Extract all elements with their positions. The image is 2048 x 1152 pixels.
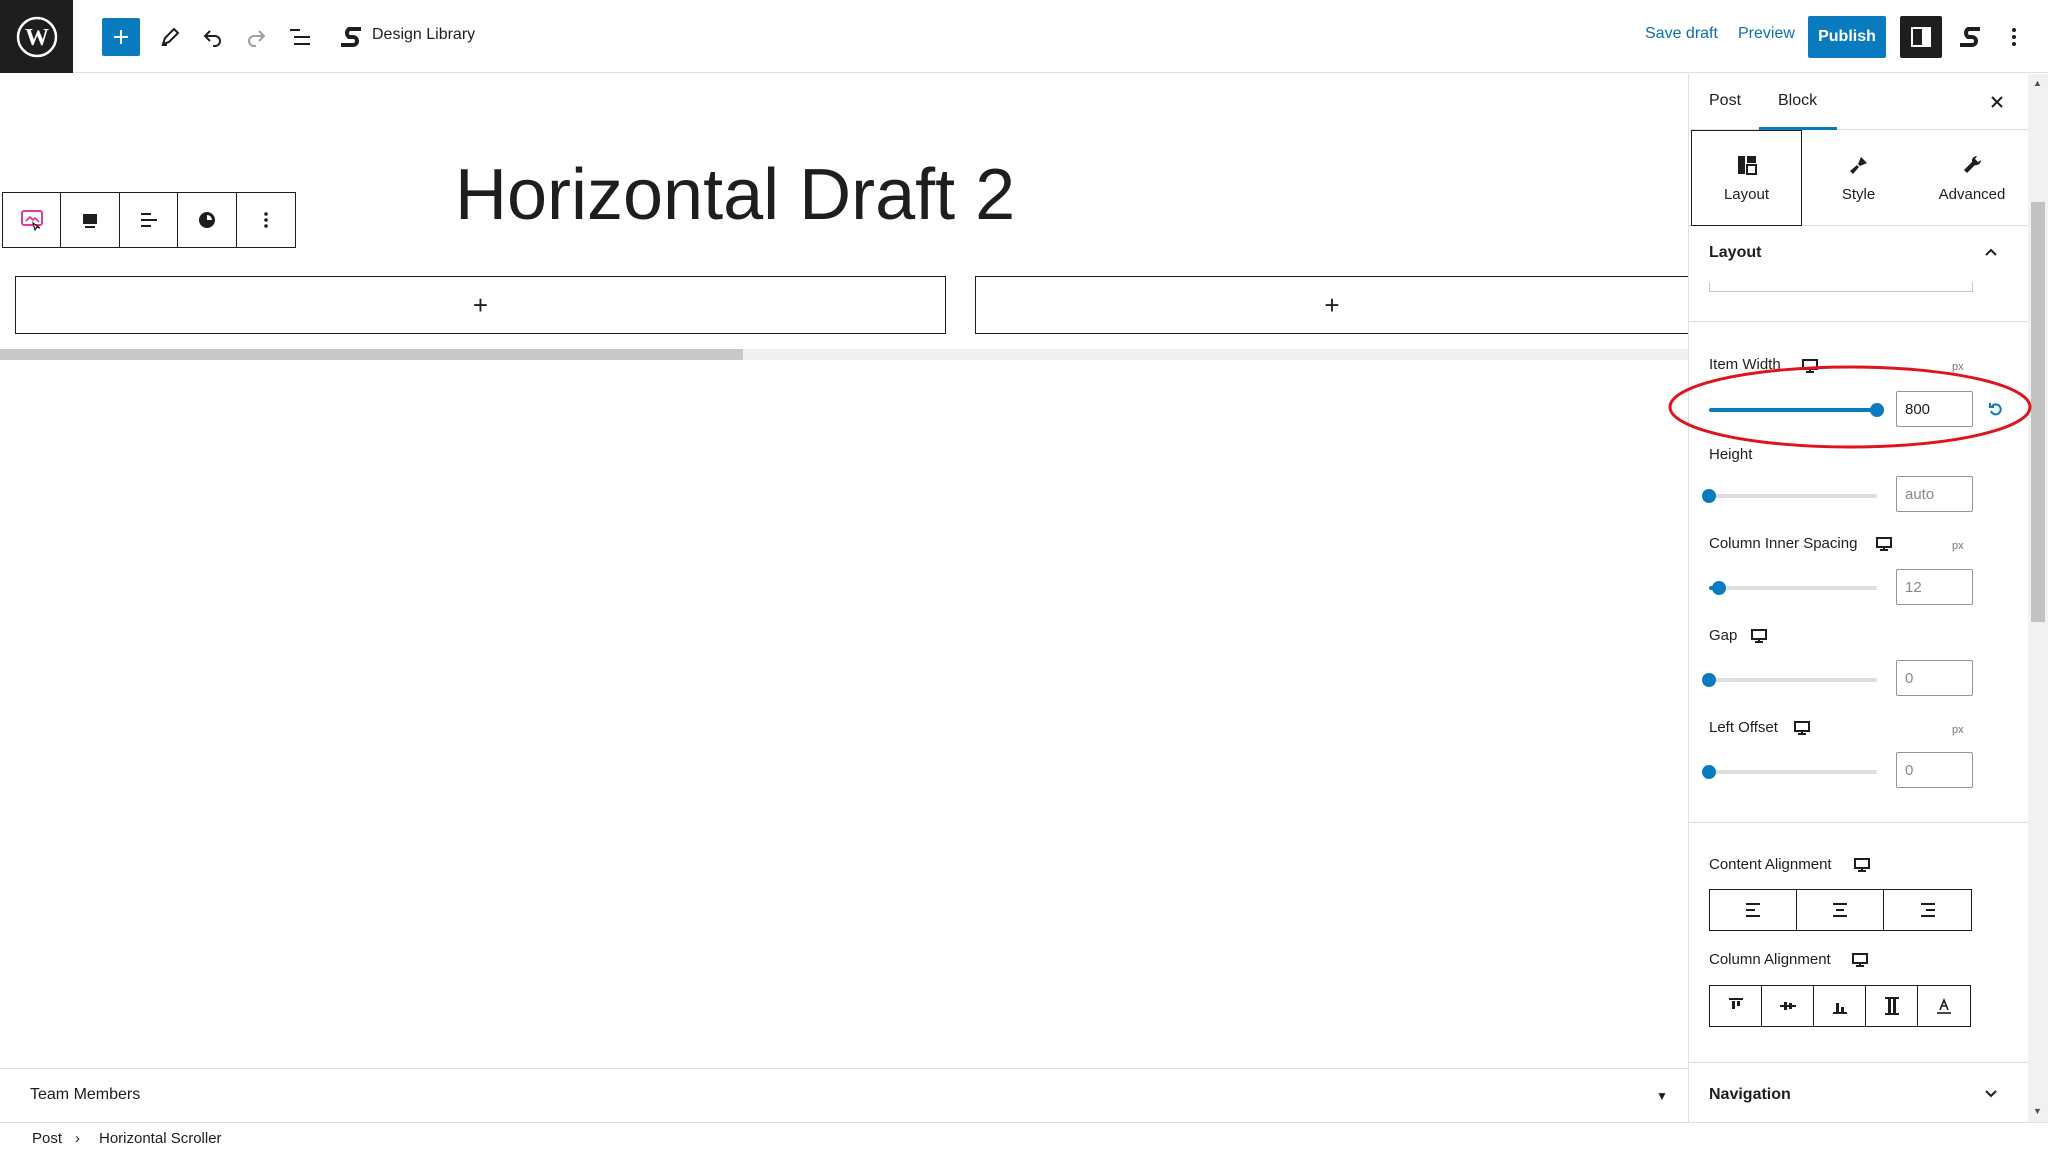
brush-icon xyxy=(1849,156,1867,174)
navigation-panel-title: Navigation xyxy=(1709,1086,1791,1103)
gap-input[interactable] xyxy=(1896,660,1973,696)
caret-down-icon[interactable]: ▼ xyxy=(1656,1089,1668,1103)
chevron-up-icon xyxy=(1985,248,1997,256)
stackable-icon[interactable] xyxy=(1952,17,1988,57)
document-overview-icon[interactable] xyxy=(286,17,316,57)
column-alignment-label: Column Alignment xyxy=(1709,951,1831,968)
stretch-icon[interactable] xyxy=(1866,986,1918,1026)
horizontal-scrollbar-thumb[interactable] xyxy=(0,349,743,360)
tab-advanced-label: Advanced xyxy=(1938,185,2006,203)
align-bottom-icon[interactable] xyxy=(1814,986,1866,1026)
tab-style-label: Style xyxy=(1841,185,1876,203)
left-offset-input[interactable] xyxy=(1896,752,1973,788)
column-alignment-group xyxy=(1709,985,1971,1027)
align-top-icon[interactable] xyxy=(1710,986,1762,1026)
post-title[interactable]: Horizontal Draft 2 xyxy=(455,154,1015,236)
redo-icon[interactable] xyxy=(243,17,269,57)
tab-advanced[interactable]: Advanced xyxy=(1915,130,2028,226)
layout-icon xyxy=(1737,155,1757,175)
save-draft-button[interactable]: Save draft xyxy=(1645,25,1718,43)
annotation-ellipse xyxy=(1668,365,2032,449)
height-slider-track[interactable] xyxy=(1709,494,1877,498)
column-inner-spacing-input[interactable] xyxy=(1896,569,1973,605)
desktop-icon xyxy=(1854,858,1870,872)
desktop-icon xyxy=(1751,629,1767,643)
wrench-icon xyxy=(1964,155,1982,173)
align-right-icon[interactable] xyxy=(1884,890,1971,930)
chevron-down-icon xyxy=(1985,1090,1997,1098)
settings-sidebar-toggle[interactable] xyxy=(1900,16,1942,58)
desktop-icon xyxy=(1876,537,1892,551)
layout-panel-title: Layout xyxy=(1709,244,1762,261)
divider xyxy=(1689,822,2028,823)
desktop-icon xyxy=(1852,953,1868,967)
navigation-panel-header[interactable]: Navigation xyxy=(1689,1068,2028,1122)
edit-pencil-icon[interactable] xyxy=(158,17,182,57)
sidebar-scrollbar[interactable]: ▲ ▼ xyxy=(2028,74,2048,1122)
left-offset-slider-thumb[interactable] xyxy=(1702,765,1716,779)
plus-icon: + xyxy=(1324,289,1340,320)
left-offset-label: Left Offset xyxy=(1709,719,1778,736)
content-alignment-label: Content Alignment xyxy=(1709,856,1832,873)
breadcrumb-item[interactable]: Horizontal Scroller xyxy=(99,1130,222,1147)
undo-icon[interactable] xyxy=(200,17,226,57)
column-appender-button[interactable]: + xyxy=(975,276,1688,334)
scroll-down-arrow-icon[interactable]: ▼ xyxy=(2033,1106,2042,1116)
more-options-icon[interactable] xyxy=(2002,17,2026,57)
editor-top-bar: W Design Library Save draft Preview Publ… xyxy=(0,0,2048,73)
desktop-icon xyxy=(1794,721,1810,735)
align-middle-icon[interactable] xyxy=(1762,986,1814,1026)
tab-layout[interactable]: Layout xyxy=(1691,130,1802,226)
align-left-icon[interactable] xyxy=(1710,890,1797,930)
publish-button[interactable]: Publish xyxy=(1808,16,1886,58)
column-inner-spacing-slider-track[interactable] xyxy=(1709,586,1877,590)
add-block-button[interactable] xyxy=(102,18,140,56)
divider xyxy=(1689,1062,2028,1063)
inspector-sub-tabs: Layout Style Advanced xyxy=(1689,130,2028,226)
wordpress-logo-icon[interactable]: W xyxy=(0,0,73,73)
align-left-icon[interactable] xyxy=(120,193,179,247)
block-settings-sidebar: Post Block Layout Style Advanced Layout … xyxy=(1688,74,2028,1122)
cut-off-control xyxy=(1709,282,1973,292)
tab-style[interactable]: Style xyxy=(1802,130,1915,226)
plus-icon: + xyxy=(472,289,489,320)
tab-block[interactable]: Block xyxy=(1778,92,1817,110)
gap-slider-thumb[interactable] xyxy=(1702,673,1716,687)
block-layout-icon[interactable] xyxy=(61,193,120,247)
svg-text:W: W xyxy=(25,25,49,51)
gap-label: Gap xyxy=(1709,627,1738,644)
height-slider-thumb[interactable] xyxy=(1702,489,1716,503)
tab-layout-label: Layout xyxy=(1723,185,1770,203)
panel-label: Team Members xyxy=(30,1086,141,1103)
design-library-icon[interactable] xyxy=(336,17,366,57)
content-alignment-group xyxy=(1709,889,1972,931)
tab-post[interactable]: Post xyxy=(1709,92,1741,110)
preview-button[interactable]: Preview xyxy=(1738,25,1795,43)
breadcrumb-item[interactable]: Post xyxy=(32,1130,62,1147)
baseline-icon[interactable] xyxy=(1918,986,1970,1026)
team-members-panel[interactable]: Team Members ▼ xyxy=(0,1068,1688,1122)
height-input[interactable] xyxy=(1896,476,1973,512)
column-inner-spacing-label: Column Inner Spacing xyxy=(1709,535,1858,552)
unit-label[interactable]: px xyxy=(1952,540,1964,552)
chevron-right-icon: › xyxy=(75,1130,80,1147)
design-library-button[interactable]: Design Library xyxy=(372,26,475,44)
block-toolbar xyxy=(2,118,296,248)
block-options-icon[interactable] xyxy=(237,193,295,247)
close-icon[interactable] xyxy=(1985,90,2009,114)
column-inner-spacing-slider-thumb[interactable] xyxy=(1712,581,1727,595)
layout-panel-header[interactable]: Layout xyxy=(1689,226,2028,282)
scroll-up-arrow-icon[interactable]: ▲ xyxy=(2033,78,2042,88)
styles-icon[interactable] xyxy=(178,193,237,247)
gap-slider-track[interactable] xyxy=(1709,678,1877,682)
left-offset-slider-track[interactable] xyxy=(1709,770,1877,774)
block-type-icon[interactable] xyxy=(3,193,62,247)
divider xyxy=(1689,321,2028,322)
breadcrumb: Post › Horizontal Scroller xyxy=(0,1122,2048,1152)
column-appender-button[interactable]: + xyxy=(15,276,946,334)
sidebar-tabs: Post Block xyxy=(1689,74,2028,130)
unit-label[interactable]: px xyxy=(1952,724,1964,736)
align-center-icon[interactable] xyxy=(1797,890,1884,930)
